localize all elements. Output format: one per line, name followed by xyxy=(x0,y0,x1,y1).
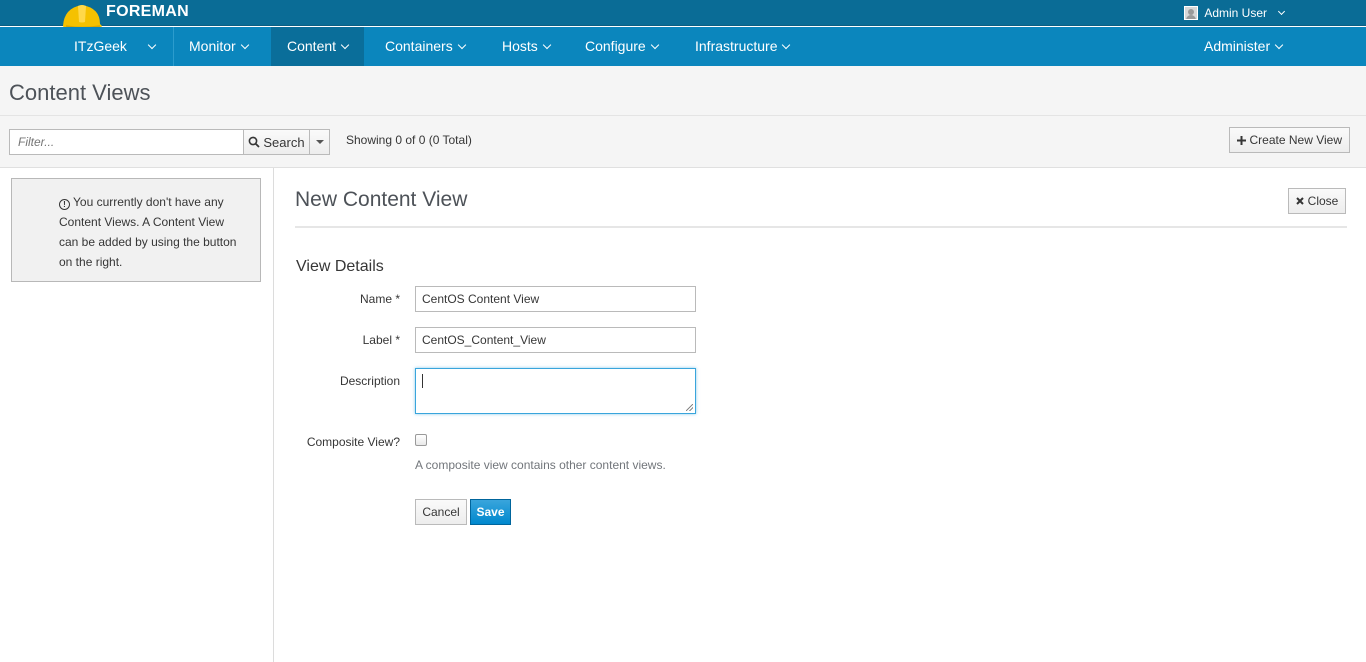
search-button-label: Search xyxy=(263,134,305,150)
chevron-down-icon xyxy=(542,40,552,50)
label-field[interactable]: CentOS_Content_View xyxy=(415,327,696,353)
save-button[interactable]: Save xyxy=(470,499,511,525)
composite-view-checkbox[interactable] xyxy=(415,434,427,446)
create-new-view-button[interactable]: Create New View xyxy=(1228,127,1350,153)
nav-item-label: Infrastructure xyxy=(695,38,778,54)
filter-input[interactable] xyxy=(9,129,244,155)
nav-item-containers[interactable]: Containers xyxy=(369,27,481,66)
user-menu-label: Admin User xyxy=(1204,6,1267,20)
empty-state-text: You currently don't have any Content Vie… xyxy=(59,195,237,269)
nav-item-label: ITzGeek xyxy=(74,38,127,54)
composite-label: Composite View? xyxy=(306,435,400,449)
resize-handle-icon[interactable] xyxy=(686,404,693,411)
create-button-label: Create New View xyxy=(1249,133,1342,147)
nav-item-content[interactable]: Content xyxy=(271,27,365,66)
nav-item-label: Monitor xyxy=(189,38,236,54)
chevron-down-icon xyxy=(782,40,791,50)
chevron-down-icon xyxy=(240,40,249,50)
page-header: Content Views xyxy=(0,66,1366,116)
plus-icon xyxy=(1236,135,1246,145)
search-bookmarks-dropdown[interactable] xyxy=(309,129,330,155)
list-toolbar: Search Showing 0 of 0 (0 Total) Create N… xyxy=(0,116,1366,168)
brand-bar: FOREMAN Admin User xyxy=(0,0,1366,31)
form-title: New Content View xyxy=(295,188,468,211)
close-button-label: Close xyxy=(1307,194,1339,208)
empty-state-message: ! You currently don't have any Content Vi… xyxy=(11,178,261,282)
nav-item-label: Configure xyxy=(585,38,646,54)
content-view-list: ! You currently don't have any Content Vi… xyxy=(0,168,274,662)
text-cursor xyxy=(422,374,423,388)
nav-item-hosts[interactable]: Hosts xyxy=(486,27,566,66)
nav-item-label: Containers xyxy=(385,38,453,54)
chevron-down-icon xyxy=(1274,40,1284,50)
close-icon xyxy=(1295,197,1304,205)
label-label: Label * xyxy=(362,333,400,347)
chevron-down-icon xyxy=(340,40,350,50)
chevron-down-icon xyxy=(650,40,659,50)
chevron-down-icon xyxy=(457,40,466,50)
user-menu[interactable]: Admin User xyxy=(1184,6,1286,20)
nav-item-organization[interactable]: ITzGeek xyxy=(58,27,171,66)
description-label: Description xyxy=(339,374,400,388)
close-button[interactable]: Close xyxy=(1288,188,1346,214)
search-button[interactable]: Search xyxy=(243,129,310,155)
page-title: Content Views xyxy=(9,80,151,105)
name-field[interactable]: CentOS Content View xyxy=(415,286,696,312)
result-count: Showing 0 of 0 (0 Total) xyxy=(346,133,472,147)
name-label: Name * xyxy=(359,292,400,306)
chevron-down-icon xyxy=(147,40,157,50)
nav-item-label: Content xyxy=(287,38,337,54)
chevron-down-icon xyxy=(1277,7,1286,15)
nav-item-monitor[interactable]: Monitor xyxy=(173,27,264,66)
nav-item-label: Administer xyxy=(1204,38,1271,54)
composite-help-text: A composite view contains other content … xyxy=(415,458,666,472)
info-icon: ! xyxy=(59,199,70,210)
form-divider xyxy=(295,226,1347,228)
cancel-button[interactable]: Cancel xyxy=(415,499,467,525)
nav-item-infrastructure[interactable]: Infrastructure xyxy=(679,27,805,66)
main-nav: ITzGeek Monitor Content Containers Hosts… xyxy=(0,27,1366,66)
nav-item-configure[interactable]: Configure xyxy=(569,27,674,66)
user-avatar-icon xyxy=(1184,6,1199,20)
brand-name[interactable]: FOREMAN xyxy=(106,3,189,21)
section-title: View Details xyxy=(296,258,384,275)
nav-item-administer[interactable]: Administer xyxy=(1188,27,1298,66)
description-field[interactable] xyxy=(415,368,696,414)
nav-item-label: Hosts xyxy=(502,38,538,54)
search-icon xyxy=(248,136,261,148)
